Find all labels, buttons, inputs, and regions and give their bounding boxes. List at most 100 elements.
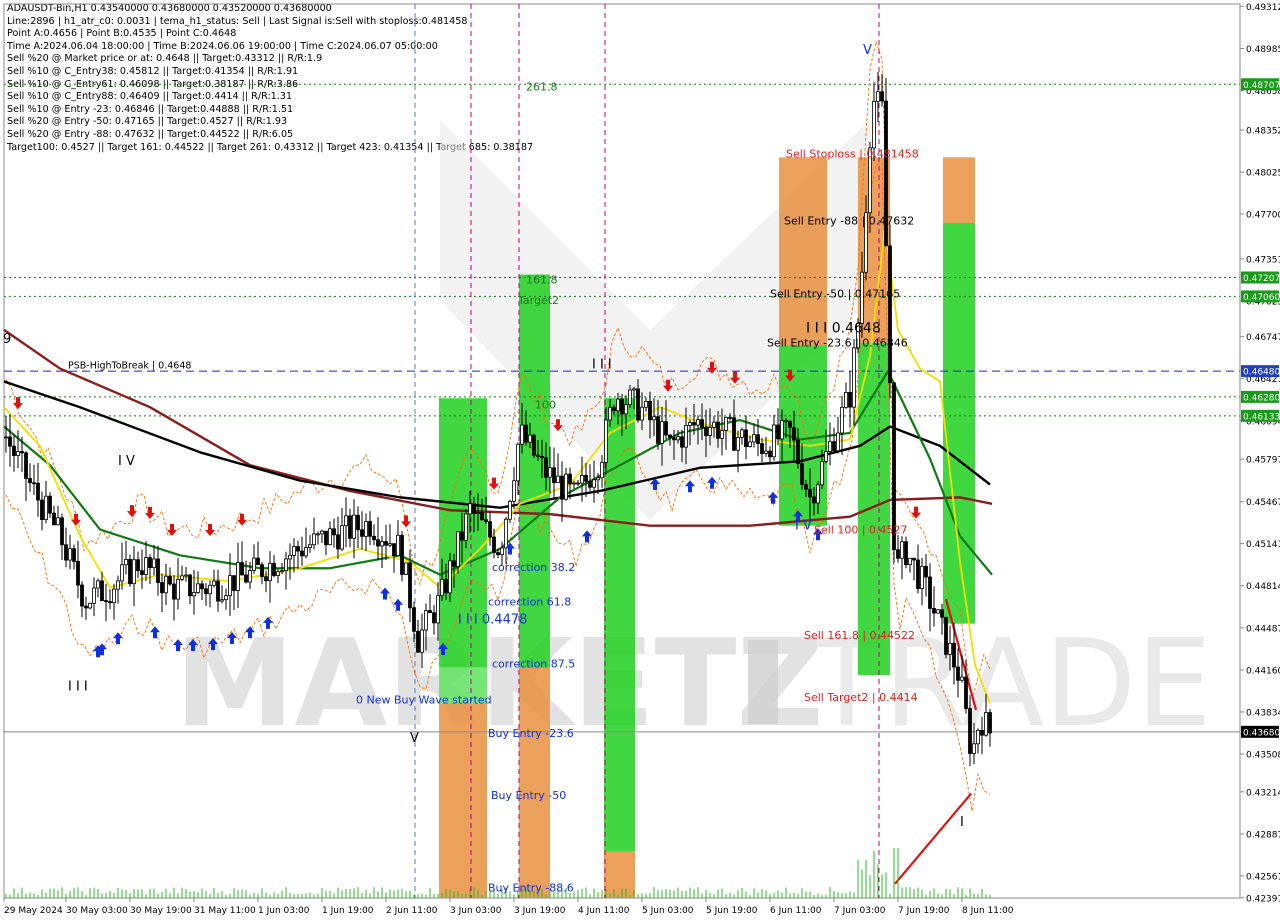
candle-body — [600, 461, 604, 479]
candle-body — [604, 419, 608, 463]
candle-body — [956, 666, 960, 681]
candle-body — [684, 424, 688, 448]
x-tick-label: 1 Jun 03:00 — [258, 906, 310, 916]
candle-body — [420, 629, 424, 653]
candle-body — [292, 546, 296, 556]
candle-body — [320, 530, 324, 535]
zone-box — [604, 851, 635, 898]
candle-body — [704, 427, 708, 436]
candle-body — [840, 406, 844, 434]
candle-body — [624, 404, 628, 415]
candle-body — [480, 512, 484, 521]
y-tick-label: 0.49312 — [1246, 3, 1280, 13]
candle-body — [356, 514, 360, 531]
candle-body — [796, 439, 800, 464]
candle-body — [236, 562, 240, 591]
candle-body — [456, 531, 460, 567]
candle-body — [836, 432, 840, 452]
candle-body — [880, 91, 884, 102]
annotation-label: Buy Entry -23.6 — [488, 727, 574, 740]
candle-body — [264, 576, 268, 582]
candle-body — [656, 416, 660, 444]
candle-body — [828, 441, 832, 452]
candle-body — [568, 473, 572, 485]
candle-body — [180, 575, 184, 580]
candle-body — [780, 420, 784, 440]
y-tick-label: 0.44160 — [1246, 666, 1280, 676]
candle-body — [728, 416, 732, 419]
sell-arrow-icon — [401, 515, 411, 528]
candle-body — [968, 708, 972, 754]
candle-body — [276, 571, 280, 576]
x-tick-label: 3 Jun 03:00 — [450, 906, 502, 916]
candle-body — [824, 451, 828, 462]
candle-body — [784, 420, 788, 423]
wave-label: I I I — [68, 680, 88, 695]
candle-body — [576, 482, 580, 485]
candle-body — [588, 480, 592, 488]
candle-body — [140, 570, 144, 575]
candle-body — [272, 562, 276, 576]
candle-body — [916, 559, 920, 590]
candle-body — [908, 557, 912, 566]
candle-body — [220, 599, 224, 602]
candle-body — [260, 564, 264, 578]
wave-label: I V — [118, 454, 135, 469]
candle-body — [516, 443, 520, 482]
time-axis: 29 May 2024 30 May 03:00 30 May 19:00 31 Ma… — [3, 898, 1014, 916]
candle-body — [120, 564, 124, 582]
candle-body — [388, 543, 392, 546]
candle-body — [468, 503, 472, 515]
watermark-bar — [748, 640, 778, 724]
x-tick-label: 3 Jun 19:00 — [514, 906, 566, 916]
price-tag-label: 0.48707 — [1243, 81, 1280, 91]
buy-arrow-icon — [707, 476, 717, 489]
candle-body — [664, 421, 668, 436]
candle-body — [804, 484, 808, 490]
candle-body — [336, 534, 340, 550]
candle-body — [952, 642, 956, 668]
y-tick-label: 0.43214 — [1246, 788, 1280, 798]
candle-body — [344, 515, 348, 527]
candle-body — [160, 582, 164, 594]
candle-body — [172, 583, 176, 600]
annotation-label: Sell 161.8 | 0.44522 — [804, 629, 915, 642]
candle-body — [536, 454, 540, 457]
candle-body — [132, 559, 136, 585]
candle-body — [564, 473, 568, 500]
x-tick-label: 7 Jun 03:00 — [834, 906, 886, 916]
candle-body — [412, 607, 416, 632]
candle-body — [196, 583, 200, 593]
price-chart[interactable]: MARKETZTRADE 261.8 161.8 Target2 100 PSB-Hig… — [0, 0, 1280, 920]
y-tick-label: 0.44487 — [1246, 624, 1280, 634]
candle-body — [732, 417, 736, 451]
candle-body — [980, 729, 984, 736]
candle-body — [532, 434, 536, 456]
candle-body — [808, 488, 812, 498]
candle-body — [520, 424, 524, 445]
candle-body — [592, 479, 596, 488]
candle-body — [940, 609, 944, 618]
candle-body — [960, 676, 964, 681]
candle-body — [744, 429, 748, 448]
buy-arrow-icon — [768, 491, 778, 504]
candle-body — [280, 570, 284, 573]
candle-body — [32, 482, 36, 485]
candle-body — [816, 484, 820, 504]
zone-box — [943, 222, 975, 624]
candle-body — [660, 421, 664, 444]
zone-box — [943, 157, 975, 223]
candle-body — [436, 595, 440, 624]
candle-body — [556, 475, 560, 484]
candle-body — [92, 587, 96, 604]
candle-body — [76, 561, 80, 586]
candle-body — [528, 434, 532, 443]
annotation-label: Sell Entry -88 | 0.47632 — [784, 214, 914, 227]
candle-body — [672, 437, 676, 441]
y-tick-label: 0.42887 — [1246, 830, 1280, 840]
candle-body — [696, 419, 700, 426]
x-tick-label: 5 Jun 19:00 — [706, 906, 758, 916]
wave-label: V — [863, 43, 872, 58]
y-tick-label: 0.46747 — [1246, 333, 1280, 343]
zone-box — [439, 703, 487, 898]
